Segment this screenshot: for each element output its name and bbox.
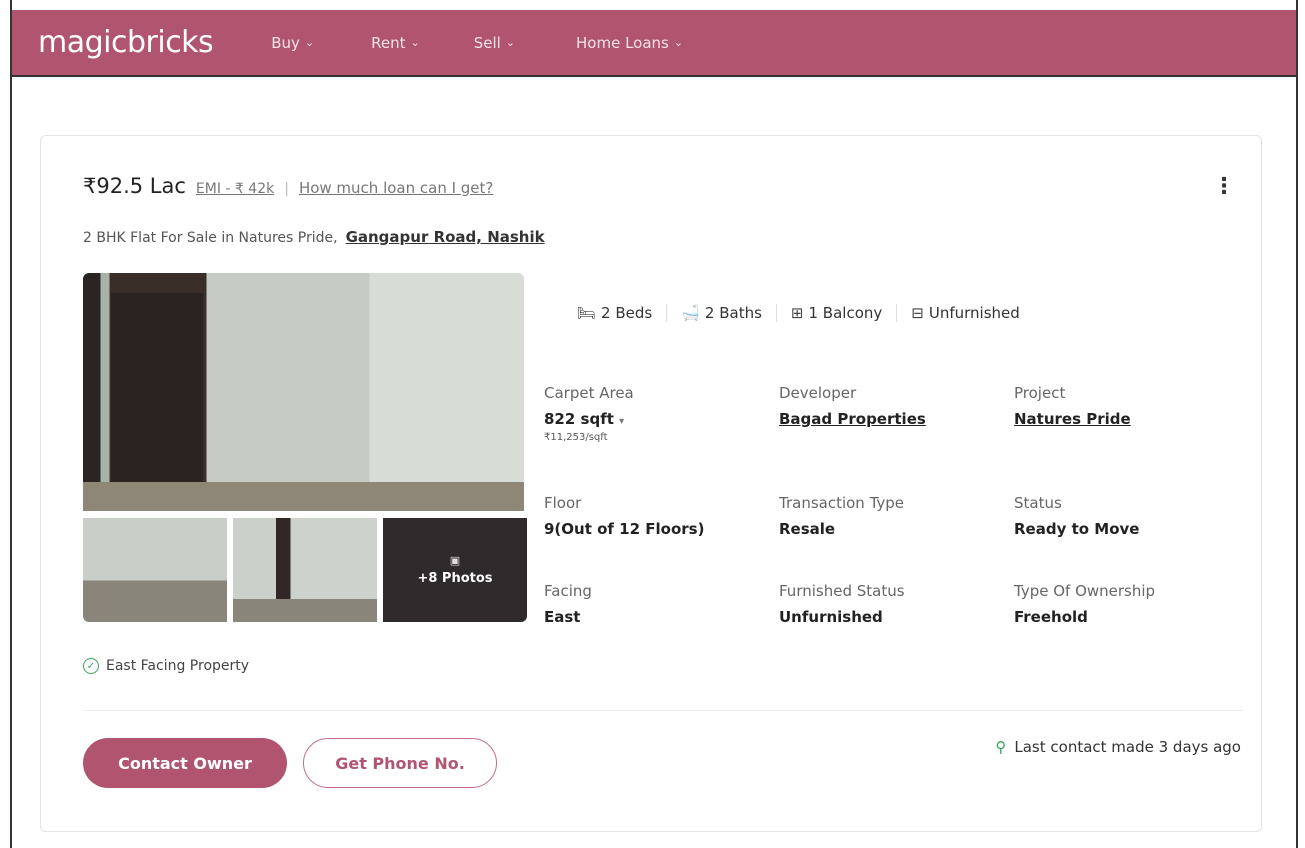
detail-furnished-status: Furnished Status Unfurnished bbox=[779, 582, 1009, 626]
developer-link[interactable]: Bagad Properties bbox=[779, 410, 1009, 428]
detail-label: Transaction Type bbox=[779, 494, 905, 512]
amenity-label: 2 Beds bbox=[601, 304, 653, 322]
price-per-sqft: ₹11,253/sqft bbox=[544, 432, 608, 443]
balcony-icon: ⊞ bbox=[790, 304, 804, 322]
detail-label: Developer bbox=[779, 384, 857, 402]
page-frame: magicbricks Buy ⌄ Rent ⌄ Sell ⌄ Home Loa… bbox=[10, 0, 1298, 848]
chevron-down-icon: ⌄ bbox=[673, 36, 684, 49]
feature-text: East Facing Property bbox=[106, 658, 250, 674]
chevron-down-icon: ⌄ bbox=[505, 36, 516, 49]
nav-sell-label: Sell bbox=[473, 33, 501, 52]
nav-home-loans[interactable]: Home Loans ⌄ bbox=[576, 34, 683, 52]
amenity-label: 1 Balcony bbox=[808, 304, 883, 322]
detail-label: Status bbox=[1014, 494, 1062, 512]
detail-value: Ready to Move bbox=[1014, 520, 1140, 538]
detail-label: Furnished Status bbox=[779, 582, 905, 600]
top-navbar: magicbricks Buy ⌄ Rent ⌄ Sell ⌄ Home Loa… bbox=[12, 10, 1296, 77]
detail-transaction-type: Transaction Type Resale bbox=[779, 494, 1009, 538]
amenity-furnishing: ⊟ Unfurnished bbox=[896, 304, 1034, 322]
photo-thumbnails: ▣ +8 Photos bbox=[83, 518, 527, 622]
nav-rent[interactable]: Rent ⌄ bbox=[371, 34, 420, 52]
bath-icon: 🛁 bbox=[681, 304, 700, 322]
property-title: 2 BHK Flat For Sale in Natures Pride, Ga… bbox=[83, 228, 545, 246]
detail-value: Resale bbox=[779, 520, 836, 538]
get-phone-button[interactable]: Get Phone No. bbox=[303, 738, 497, 788]
more-photos-button[interactable]: ▣ +8 Photos bbox=[383, 518, 527, 622]
amenity-beds: 🛏 2 Beds bbox=[563, 304, 666, 322]
nav-sell[interactable]: Sell ⌄ bbox=[474, 34, 515, 52]
property-price: ₹92.5 Lac bbox=[83, 174, 186, 198]
detail-status: Status Ready to Move bbox=[1014, 494, 1244, 538]
amenity-baths: 🛁 2 Baths bbox=[666, 304, 776, 322]
detail-ownership: Type Of Ownership Freehold bbox=[1014, 582, 1244, 626]
amenities-row: 🛏 2 Beds 🛁 2 Baths ⊞ 1 Balcony ⊟ Unfurni… bbox=[563, 304, 1034, 322]
photo-door bbox=[111, 293, 203, 498]
detail-label: Carpet Area bbox=[544, 384, 634, 402]
nav-buy-label: Buy bbox=[271, 33, 300, 52]
amenity-label: 2 Baths bbox=[704, 304, 762, 322]
photo-floor bbox=[83, 482, 524, 511]
last-contact-text: Last contact made 3 days ago bbox=[1014, 738, 1241, 756]
detail-value: Unfurnished bbox=[779, 608, 883, 626]
detail-label: Floor bbox=[544, 494, 582, 512]
amenity-balcony: ⊞ 1 Balcony bbox=[775, 304, 896, 322]
separator: | bbox=[284, 181, 289, 197]
more-options-icon[interactable]: ⋮ bbox=[1213, 176, 1235, 198]
carpet-area-value: 822 sqft bbox=[544, 410, 614, 428]
card-divider bbox=[83, 710, 1243, 711]
feature-tag: ✓ East Facing Property bbox=[83, 658, 249, 674]
detail-value: East bbox=[544, 608, 581, 626]
chevron-down-icon[interactable]: ▾ bbox=[619, 416, 624, 427]
thumbnail-photo[interactable] bbox=[233, 518, 377, 622]
detail-value: 9(Out of 12 Floors) bbox=[544, 520, 705, 538]
amenity-label: Unfurnished bbox=[928, 304, 1020, 322]
nav-buy[interactable]: Buy ⌄ bbox=[271, 34, 314, 52]
more-photos-label: +8 Photos bbox=[417, 571, 493, 586]
person-icon: ⚲ bbox=[995, 738, 1007, 756]
loan-eligibility-link[interactable]: How much loan can I get? bbox=[299, 179, 493, 197]
emi-link[interactable]: EMI - ₹ 42k bbox=[196, 181, 274, 197]
detail-label: Project bbox=[1014, 384, 1066, 402]
property-card[interactable]: ₹92.5 Lac EMI - ₹ 42k | How much loan ca… bbox=[40, 135, 1262, 832]
nav-rent-label: Rent bbox=[371, 33, 406, 52]
detail-project: Project Natures Pride bbox=[1014, 384, 1244, 428]
check-circle-icon: ✓ bbox=[83, 658, 99, 674]
property-title-text: 2 BHK Flat For Sale in Natures Pride, bbox=[83, 230, 338, 246]
main-photo[interactable] bbox=[83, 273, 524, 511]
project-link[interactable]: Natures Pride bbox=[1014, 410, 1244, 428]
price-row: ₹92.5 Lac EMI - ₹ 42k | How much loan ca… bbox=[83, 174, 493, 198]
location-link[interactable]: Gangapur Road, Nashik bbox=[346, 228, 545, 246]
bed-icon: 🛏 bbox=[577, 304, 597, 322]
detail-value: 822 sqft ▾ bbox=[544, 410, 774, 428]
detail-floor: Floor 9(Out of 12 Floors) bbox=[544, 494, 774, 538]
magicbricks-logo[interactable]: magicbricks bbox=[38, 25, 214, 60]
detail-facing: Facing East bbox=[544, 582, 774, 626]
detail-carpet-area: Carpet Area 822 sqft ▾ ₹11,253/sqft bbox=[544, 384, 774, 443]
chevron-down-icon: ⌄ bbox=[410, 36, 420, 49]
image-icon: ▣ bbox=[449, 554, 461, 567]
thumbnail-photo[interactable] bbox=[83, 518, 227, 622]
last-contact-info: ⚲ Last contact made 3 days ago bbox=[995, 738, 1241, 756]
detail-value: Freehold bbox=[1014, 608, 1088, 626]
contact-owner-button[interactable]: Contact Owner bbox=[83, 738, 287, 788]
detail-label: Type Of Ownership bbox=[1014, 582, 1156, 600]
chevron-down-icon: ⌄ bbox=[304, 36, 315, 49]
nav-home-loans-label: Home Loans bbox=[576, 33, 669, 52]
detail-developer: Developer Bagad Properties bbox=[779, 384, 1009, 428]
furnishing-icon: ⊟ bbox=[911, 304, 924, 322]
detail-label: Facing bbox=[544, 582, 592, 600]
